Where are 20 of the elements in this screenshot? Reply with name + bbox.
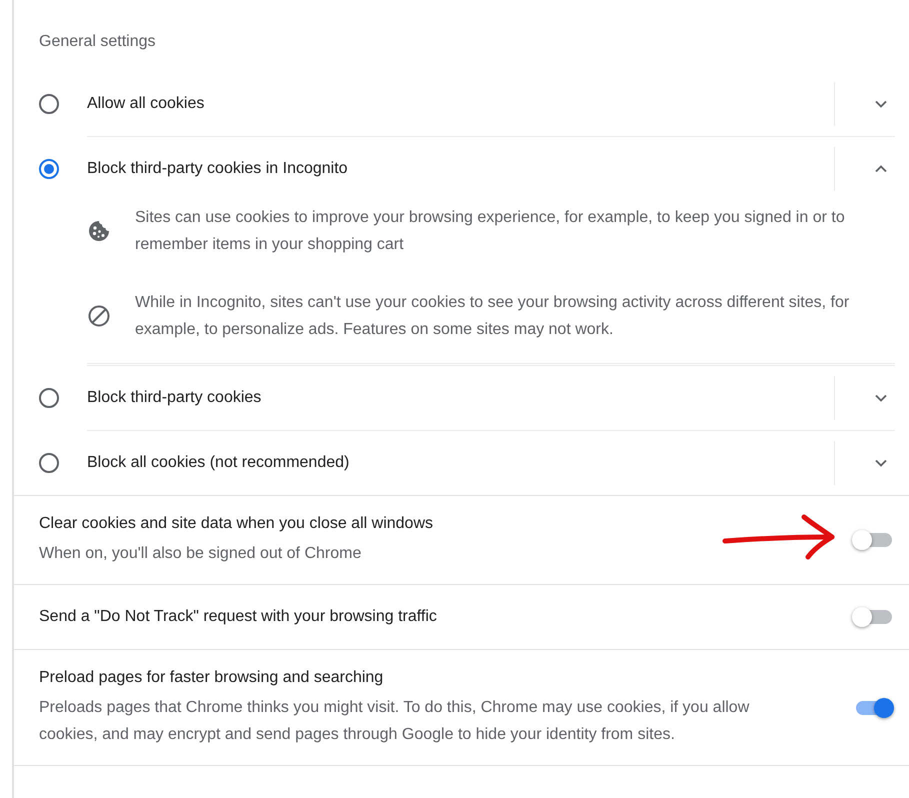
description-text: Sites can use cookies to improve your browsing experience, for example, to keep you signed in or to remember items in your shopping cart: [135, 208, 846, 255]
setting-label: Preload pages for faster browsing and searching: [39, 668, 384, 688]
setting-description: When on, you'll also be signed out of Chrome: [39, 544, 362, 564]
toggle-switch[interactable]: [852, 530, 892, 550]
setting-description: Preloads pages that Chrome thinks you might visit. To do this, Chrome may use cookies, if you allow cookies, and may encrypt and send pages through Google to hide your identity from sites.: [39, 698, 750, 745]
option-label: Block third-party cookies: [87, 388, 262, 408]
radio-button[interactable]: [39, 94, 59, 114]
radio-button[interactable]: [39, 388, 59, 408]
cookie-icon: [87, 219, 111, 243]
toggle-switch[interactable]: [852, 607, 892, 627]
option-label: Block all cookies (not recommended): [87, 453, 350, 473]
section-title: General settings: [38, 32, 157, 52]
radio-button[interactable]: [39, 158, 59, 178]
setting-label: Clear cookies and site data when you close all windows: [39, 514, 434, 534]
option-label: Allow all cookies: [87, 94, 206, 114]
setting-label: Send a "Do Not Track" request with your browsing traffic: [39, 607, 438, 627]
radio-button[interactable]: [39, 452, 59, 472]
option-label: Block third-party cookies in Incognito: [87, 159, 349, 179]
description-text: While in Incognito, sites can't use your cookies to see your browsing activity across different sites, for example, to personalize ads. Features on some sites may not work.: [135, 293, 850, 340]
blocked-icon: [87, 304, 111, 328]
